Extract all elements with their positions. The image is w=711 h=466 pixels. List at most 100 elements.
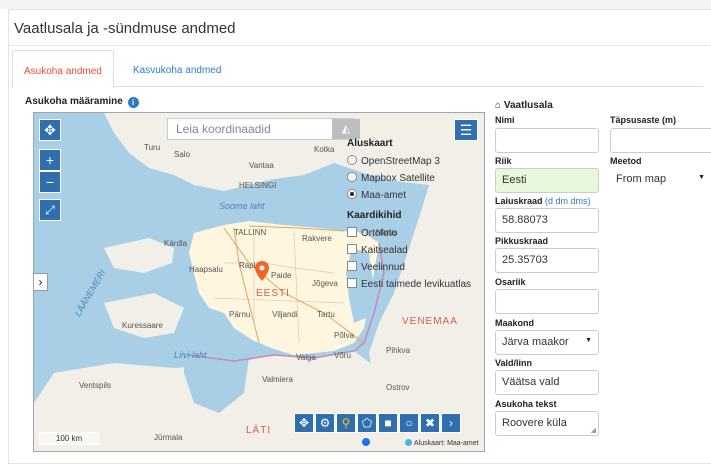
square-icon[interactable]: ■ [378,413,398,433]
map-label-kuressaare: Kuressaare [122,321,163,330]
map-label-salo: Salo [174,150,191,159]
vaatlusala-heading: ⌂ Vaatlusala [495,100,553,111]
map-label-jurmala: Jūrmala [154,433,183,442]
base-layer-label: Maa-amet [361,190,407,201]
meetod-label: Meetod [610,156,642,166]
tapsusaste-input[interactable] [610,128,711,153]
laiuskraad-input[interactable]: 58.88073 [495,208,599,233]
map-label-kotka: Kotka [314,145,335,154]
vald-input[interactable]: Väätsa vald [495,370,599,395]
map-label-valmiera: Valmiera [262,375,293,384]
radio-button[interactable] [347,155,357,165]
overlays-title: Kaardikihid [347,210,402,221]
info-circle-icon[interactable]: i [127,97,139,108]
asukoha-tekst-value: Roovere küla [502,417,567,429]
map-label-ostrov: Ostrov [386,383,410,392]
laiuskraad-label: Laiuskraad (d dm dms) [495,196,591,206]
gear-icon[interactable]: ⚙ [315,413,335,433]
meetod-value: From map [616,173,667,185]
map-label-pihkva: Pihkva [386,346,411,355]
map-view[interactable]: Turu Salo Kotka Vantaa HELSINGI Soome la… [33,112,485,452]
map-label-turu: Turu [144,143,161,152]
overlay-label: Eesti taimede levikuatlas [361,279,472,290]
move-icon[interactable]: ✥ [294,413,314,433]
overlay-ortofoto[interactable]: Ortofoto [344,225,482,242]
checkbox[interactable] [347,278,357,288]
chevron-right-icon[interactable]: › [441,413,461,433]
vald-label: Vald/linn [495,358,533,368]
top-strip [0,0,711,9]
attribution-dot-icon [405,439,412,446]
zoom-out-button[interactable]: − [39,171,61,193]
nimi-input[interactable] [495,128,599,153]
overlay-label: Ortofoto [361,228,398,239]
osariik-input[interactable] [495,289,599,314]
vaatlusala-title: Vaatlusala [503,100,553,111]
map-label-valga: Valga [296,353,316,362]
laiuskraad-label-text: Laiuskraad [495,196,543,206]
map-label-polva: Põlva [334,331,355,340]
overlay-label: Veelinnud [361,262,405,273]
side-panel-toggle[interactable]: › [34,273,48,291]
map-label-parnu: Pärnu [229,310,251,319]
map-label-viljandi: Viljandi [272,310,298,319]
marker-icon[interactable]: ⚲ [336,413,356,433]
checkbox[interactable] [347,261,357,271]
base-layer-osm[interactable]: OpenStreetMap 3 [344,153,482,170]
location-pin-icon[interactable] [255,261,269,281]
map-label-jogeva: Jõgeva [312,279,338,288]
map-label-tartu: Tartu [317,310,335,319]
map-label-rakvere: Rakvere [302,234,332,243]
map-label-haapsalu: Haapsalu [189,265,223,274]
map-label-kardla: Kärdla [164,239,188,248]
polygon-outline-icon: ⌂ [495,100,502,111]
meetod-select[interactable]: From map ▼ [610,168,711,193]
map-label-tallinn: TALLINN [234,228,267,237]
map-label-soome-laht: Soome laht [219,201,265,211]
tapsusaste-label: Täpsusaste (m) [610,115,677,125]
base-layers-title: Aluskaart [347,138,393,149]
coordinate-search-input[interactable]: Leia koordinaadid [167,118,355,140]
chevron-down-icon: ▼ [585,337,592,344]
polygon-icon[interactable]: ⬠ [357,413,377,433]
riik-input[interactable]: Eesti [495,168,599,193]
asukoha-tekst-label: Asukoha tekst [495,399,557,409]
radio-button[interactable] [347,172,357,182]
tab-kasvukoha-andmed[interactable]: Kasvukoha andmed [133,65,221,76]
zoom-in-button[interactable]: + [39,149,61,171]
map-label-liivi-laht: Liivi laht [174,350,207,360]
map-label-vantaa: Vantaa [249,161,274,170]
scale-bar: 100 km [39,432,99,445]
map-label-ventspils: Ventspils [79,381,112,390]
radio-button-selected[interactable] [347,189,357,199]
base-layer-mapbox[interactable]: Mapbox Satellite [344,170,482,187]
locate-icon[interactable]: ✥ [39,119,61,141]
tab-asukoha-andmed[interactable]: Asukoha andmed [12,50,114,88]
base-layer-label: OpenStreetMap 3 [361,156,440,167]
checkbox[interactable] [347,244,357,254]
base-layer-maa-amet[interactable]: Maa-amet [344,187,482,204]
attribution-text: Aluskaart: Maa-amet [414,440,479,447]
panel-title: Vaatlusala ja -sündmuse andmed [9,10,711,46]
map-label-helsingi: HELSINGI [239,181,277,190]
close-icon[interactable]: ✖ [420,413,440,433]
circle-icon[interactable]: ○ [399,413,419,433]
overlay-veelinnud[interactable]: Veelinnud [344,259,482,276]
map-section-label: Asukoha määramine i [25,96,139,108]
map-label-voru: Võru [334,351,351,360]
asukoha-tekst-textarea[interactable]: Roovere küla ◢ [495,411,599,436]
coordinate-format-hint[interactable]: (d dm dms) [545,196,591,206]
overlay-levikuatlas[interactable]: Eesti taimede levikuatlas [344,276,482,293]
nimi-label: Nimi [495,115,515,125]
fullscreen-icon[interactable]: ⤢ [39,199,61,221]
tab-bar: Asukoha andmed Kasvukoha andmed [12,50,703,88]
pikkuskraad-input[interactable]: 25.35703 [495,248,599,273]
checkbox[interactable] [347,227,357,237]
map-label-eesti: EESTI [256,288,290,299]
map-attribution: Aluskaart: Maa-amet [405,439,479,447]
osariik-label: Osariik [495,277,526,287]
toolbar-drag-handle[interactable] [362,438,370,446]
maakond-select[interactable]: Järva maakor ▼ [495,330,599,355]
overlay-kaitsealad[interactable]: Kaitsealad [344,242,482,259]
resize-handle-icon[interactable]: ◢ [591,426,596,434]
